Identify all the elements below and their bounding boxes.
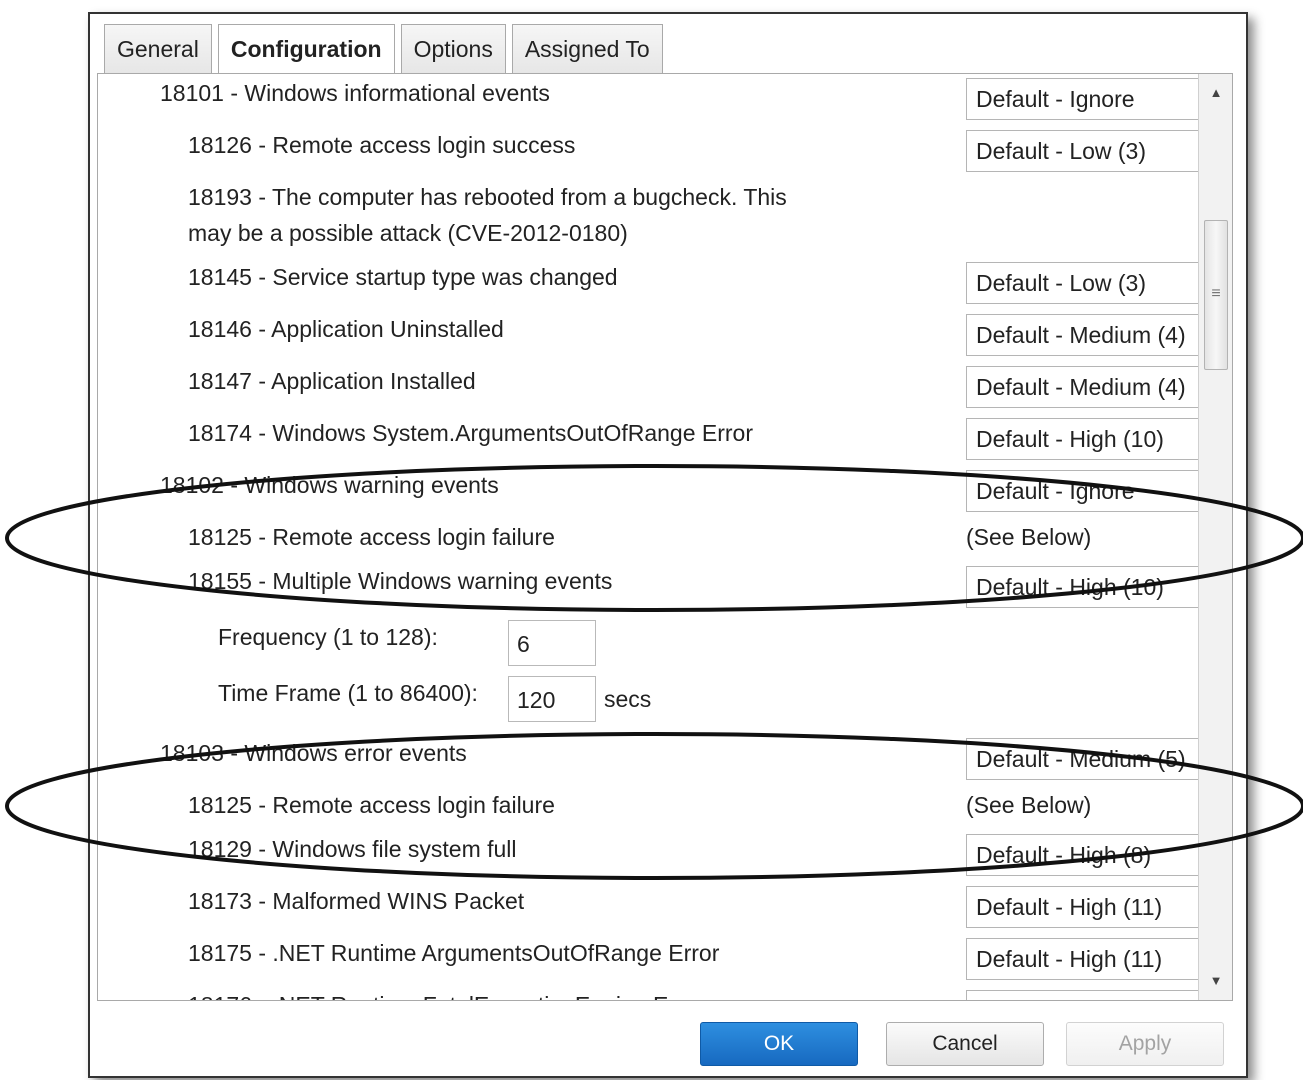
severity-select[interactable]: Default - High (11) ▼ [966,886,1232,928]
rule-label: 18125 - Remote access login failure [188,792,555,818]
severity-value: Default - Ignore [976,478,1135,504]
severity-value: Default - Medium (4) [976,374,1186,400]
rule-label: 18103 - Windows error events [160,740,467,766]
ok-button[interactable]: OK [700,1022,858,1066]
rule-list: 18101 - Windows informational events Def… [98,74,1232,1000]
frequency-input[interactable]: 6 [508,620,596,666]
rule-label: 18147 - Application Installed [188,368,476,394]
see-below-note: (See Below) [966,524,1092,550]
rule-label: 18175 - .NET Runtime ArgumentsOutOfRange… [188,940,720,966]
severity-value: Default - High (10) [976,426,1164,452]
apply-button[interactable]: Apply [1066,1022,1224,1066]
severity-select[interactable]: Default - Medium (5) ▼ [966,738,1232,780]
severity-select[interactable]: Default - High (11) ▼ [966,938,1232,980]
severity-select[interactable]: Default - Ignore ▼ [966,78,1232,120]
tab-bar: General Configuration Options Assigned T… [104,24,663,76]
rule-label-continued: may be a possible attack (CVE-2012-0180) [188,220,628,246]
time-frame-input[interactable]: 120 [508,676,596,722]
severity-value: Default - High (11) [976,991,1162,1000]
severity-value: Default - High (11) [976,894,1163,920]
severity-select[interactable]: Default - High (8) ▼ [966,834,1232,876]
rule-label: 18146 - Application Uninstalled [188,316,504,342]
see-below-note: (See Below) [966,792,1092,818]
rule-label: 18125 - Remote access login failure [188,524,555,550]
cancel-button[interactable]: Cancel [886,1022,1044,1066]
severity-select[interactable]: Default - High (10) ▼ [966,418,1232,460]
severity-value: Default - Low (3) [976,270,1147,296]
frequency-label: Frequency (1 to 128): [218,624,438,650]
severity-select[interactable]: Default - Low (3) ▼ [966,130,1232,172]
tab-configuration[interactable]: Configuration [217,24,395,76]
severity-value: Default - Medium (4) [976,322,1186,348]
scroll-down-arrow-icon[interactable]: ▼ [1199,966,1233,996]
severity-value: Default - High (11) [976,946,1163,972]
rule-label: 18101 - Windows informational events [160,80,550,106]
severity-select[interactable]: Default - Medium (4) ▼ [966,366,1232,408]
tab-general[interactable]: General [104,24,212,74]
severity-select[interactable]: Default - Medium (4) ▼ [966,314,1232,356]
tab-assigned-to[interactable]: Assigned To [511,24,663,74]
scroll-grip-icon: ≡ [1211,285,1221,302]
tab-options[interactable]: Options [400,24,506,74]
rule-label: 18155 - Multiple Windows warning events [188,568,613,594]
severity-value: Default - High (10) [976,574,1164,600]
scroll-thumb[interactable]: ≡ [1204,220,1228,370]
rule-label: 18129 - Windows file system full [188,836,517,862]
severity-select[interactable]: Default - High (11) ▼ [966,990,1232,1000]
rule-label: 18193 - The computer has rebooted from a… [188,184,787,210]
severity-select[interactable]: Default - Ignore ▼ [966,470,1232,512]
rule-label: 18173 - Malformed WINS Packet [188,888,525,914]
rule-label: 18126 - Remote access login success [188,132,576,158]
severity-value: Default - Low (3) [976,138,1147,164]
severity-value: Default - Ignore [976,86,1135,112]
severity-value: Default - High (8) [976,842,1152,868]
time-frame-unit: secs [604,686,652,712]
rule-label: 18145 - Service startup type was changed [188,264,618,290]
rule-label: 18176 - .NET Runtime FatalExecutionEngin… [188,992,704,1000]
vertical-scrollbar[interactable]: ▲ ≡ ▼ [1198,74,1232,1000]
severity-select[interactable]: Default - Low (3) ▼ [966,262,1232,304]
rule-label: 18174 - Windows System.ArgumentsOutOfRan… [188,420,754,446]
severity-select[interactable]: Default - High (10) ▼ [966,566,1232,608]
rule-label: 18102 - Windows warning events [160,472,499,498]
severity-value: Default - Medium (5) [976,746,1186,772]
scroll-up-arrow-icon[interactable]: ▲ [1199,78,1233,108]
configuration-panel: 18101 - Windows informational events Def… [97,73,1233,1001]
time-frame-label: Time Frame (1 to 86400): [218,680,478,706]
